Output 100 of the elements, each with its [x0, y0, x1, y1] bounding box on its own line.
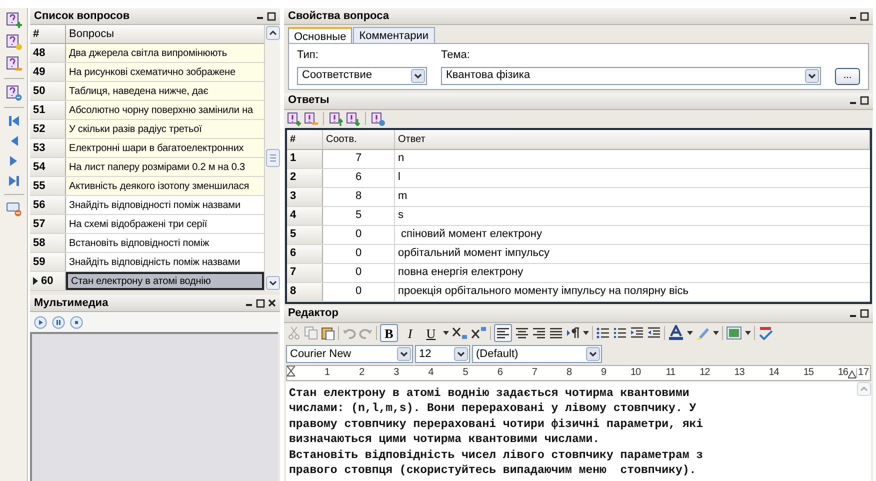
row-header[interactable]: 56 [30, 196, 66, 214]
dropdown-icon[interactable] [454, 347, 468, 361]
row-header[interactable]: 54 [30, 158, 66, 176]
table-cell[interactable]: 7 [323, 150, 395, 168]
align-right-icon[interactable] [532, 326, 546, 340]
remove-answer-icon[interactable] [304, 112, 318, 126]
bullet-list-icon[interactable] [596, 326, 610, 340]
table-cell[interactable]: 5 [323, 206, 395, 224]
add-answer-icon[interactable] [287, 112, 301, 126]
size-dropdown[interactable]: 12 [415, 345, 470, 363]
row-header[interactable]: 50 [30, 82, 66, 100]
stop-icon[interactable] [70, 316, 83, 328]
row-header[interactable]: 53 [30, 139, 66, 157]
type-dropdown[interactable]: Соответствие [297, 66, 427, 84]
browse-button[interactable]: ... [835, 68, 860, 84]
table-cell[interactable]: спіновий момент електрону [395, 226, 870, 244]
move-down-icon[interactable] [346, 112, 360, 126]
superscript-icon[interactable] [471, 326, 487, 340]
table-cell[interactable]: 0 [323, 244, 395, 262]
scroll-down-icon[interactable] [266, 276, 280, 290]
numbered-list-icon[interactable] [613, 326, 627, 340]
next-icon[interactable] [8, 154, 20, 168]
table-cell[interactable]: Таблиця, наведена нижче, дає [66, 82, 264, 100]
ruler[interactable]: 1 2 3 4 5 6 7 8 9 10 11 12 13 14 15 16 17 [286, 364, 871, 380]
table-cell[interactable]: 6 [323, 168, 395, 186]
remove-question-icon[interactable] [6, 56, 22, 72]
move-up-icon[interactable] [329, 112, 343, 126]
table-cell[interactable]: Активність деякого ізотопу зменшилася [66, 177, 264, 195]
font-dropdown[interactable]: Courier New [286, 345, 413, 363]
row-header[interactable]: 1 [287, 150, 323, 168]
table-cell[interactable]: На лист паперу розмірами 0.2 м на 0.3 [66, 158, 264, 176]
column-header[interactable]: # [30, 25, 66, 43]
row-header[interactable]: 59 [30, 253, 66, 271]
row-header[interactable]: 7 [287, 264, 323, 282]
table-cell[interactable]: n [395, 150, 870, 168]
format-button[interactable]: U [422, 324, 440, 342]
maximize-icon[interactable] [256, 298, 265, 308]
close-icon[interactable] [268, 299, 276, 307]
outdent-icon[interactable] [647, 326, 661, 340]
add-question-icon[interactable] [6, 12, 22, 28]
caret-icon[interactable] [687, 331, 693, 335]
table-cell[interactable]: повна енергія електрону [395, 264, 870, 282]
spellcheck-icon[interactable] [758, 326, 774, 340]
row-header[interactable]: 49 [30, 63, 66, 81]
justify-icon[interactable] [549, 326, 563, 340]
tab[interactable]: Комментарии [353, 27, 434, 43]
row-header[interactable]: 48 [30, 44, 66, 62]
format-button[interactable]: I [401, 324, 419, 342]
format-button[interactable]: B [380, 324, 398, 342]
table-cell[interactable]: У скільки разів радіус третьої [66, 120, 264, 138]
row-header[interactable]: 5 [287, 226, 323, 244]
row-header[interactable]: 3 [287, 188, 323, 206]
caret-icon[interactable] [713, 331, 719, 335]
column-header[interactable]: # [287, 130, 323, 148]
maximize-icon[interactable] [267, 12, 276, 20]
row-header[interactable]: 55 [30, 177, 66, 195]
align-left-button[interactable] [494, 324, 512, 342]
table-cell[interactable]: 0 [323, 264, 395, 282]
table-cell[interactable]: m [395, 188, 870, 206]
play-icon[interactable] [34, 316, 47, 328]
dropdown-icon[interactable] [586, 347, 600, 361]
paste-icon[interactable] [321, 326, 335, 340]
caret-icon[interactable] [745, 331, 751, 335]
row-header[interactable]: 57 [30, 215, 66, 233]
row-header[interactable]: 6 [287, 244, 323, 262]
column-header[interactable]: Соотв. [323, 130, 395, 148]
table-cell[interactable]: l [395, 168, 870, 186]
indent-icon[interactable] [630, 326, 644, 340]
dropdown-icon[interactable] [397, 347, 411, 361]
topic-dropdown[interactable]: Квантова фізика [441, 66, 821, 84]
maximize-icon[interactable] [860, 12, 869, 20]
edit-question-icon[interactable] [6, 34, 22, 50]
maximize-icon[interactable] [860, 309, 869, 318]
font-color-icon[interactable] [668, 325, 684, 341]
tab[interactable]: Основные [288, 27, 352, 43]
scrollbar[interactable] [264, 25, 280, 291]
table-cell[interactable]: проекція орбітального моменту імпульсу на полярну вісь [395, 282, 870, 300]
caret-icon[interactable] [443, 331, 449, 335]
column-header[interactable]: Ответ [395, 130, 870, 148]
table-cell[interactable]: 8 [323, 188, 395, 206]
scroll-up-icon[interactable] [266, 26, 280, 40]
table-cell[interactable]: На рисункові схематично зображене [66, 63, 264, 81]
row-header[interactable]: 52 [30, 120, 66, 138]
maximize-icon[interactable] [860, 96, 869, 105]
table-cell[interactable]: 0 [323, 282, 395, 300]
table-cell[interactable]: Електронні шари в багатоелектронних [66, 139, 264, 157]
comment-icon[interactable] [6, 201, 22, 217]
column-header[interactable]: Вопросы [66, 25, 264, 43]
table-cell[interactable]: Стан електрону в атомі воднію [66, 272, 264, 290]
table-cell[interactable]: орбітальний момент імпульсу [395, 244, 870, 262]
export-answer-icon[interactable] [371, 112, 385, 126]
row-header[interactable]: 51 [30, 101, 66, 119]
first-icon[interactable] [8, 114, 20, 128]
caret-icon[interactable] [583, 331, 589, 335]
subscript-icon[interactable] [452, 326, 468, 340]
dropdown-icon[interactable] [411, 68, 425, 82]
import-question-icon[interactable] [6, 85, 22, 101]
pause-icon[interactable] [52, 316, 65, 328]
last-icon[interactable] [8, 174, 20, 188]
table-cell[interactable]: Два джерела світла випромінюють [66, 44, 264, 62]
